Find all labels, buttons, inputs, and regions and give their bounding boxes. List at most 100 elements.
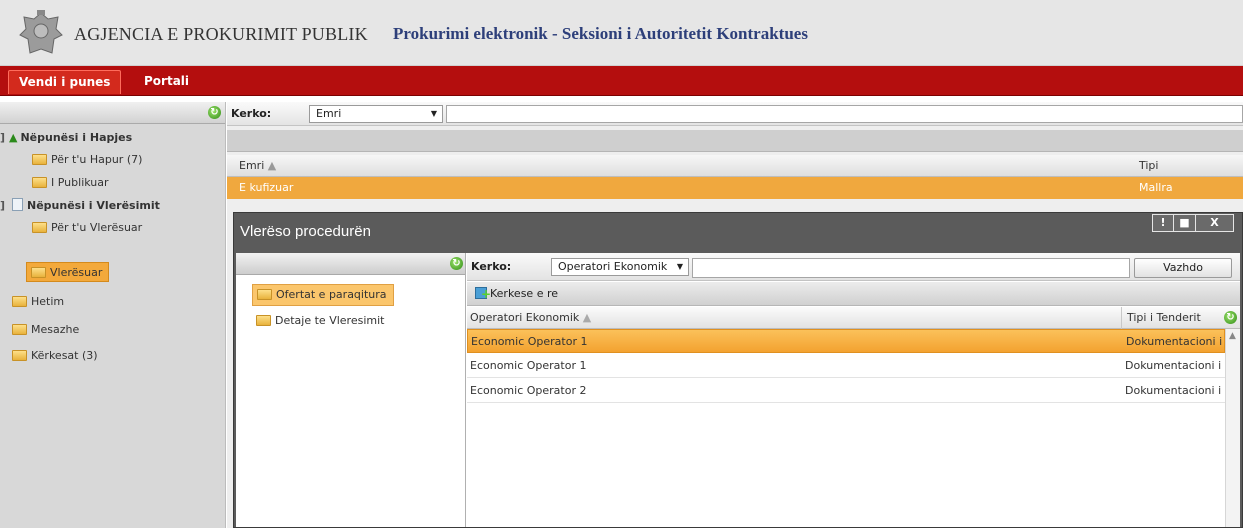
- column-tipi-tenderit[interactable]: Tipi i Tenderit: [1127, 307, 1201, 329]
- grid-scrollbar[interactable]: ▲: [1225, 329, 1240, 527]
- subsystem-title: Prokurimi elektronik - Seksioni i Autori…: [393, 24, 808, 43]
- chevron-down-icon: ▼: [430, 109, 437, 118]
- group-band: [227, 130, 1243, 152]
- cell-operator: Economic Operator 2: [470, 384, 587, 397]
- window-buttons: ! ■ X: [1152, 214, 1234, 232]
- maximize-button[interactable]: ■: [1174, 214, 1196, 232]
- nav-item-detaje[interactable]: Detaje te Vleresimit: [252, 311, 390, 333]
- folder-icon: [32, 154, 47, 165]
- top-navbar: Vendi i punes Portali: [0, 66, 1243, 96]
- folder-icon: [12, 296, 27, 307]
- continue-button[interactable]: Vazhdo: [1134, 258, 1232, 278]
- column-operatori[interactable]: Operatori Ekonomik ▲: [470, 307, 591, 329]
- search-label: Kerko:: [231, 107, 272, 120]
- search-input[interactable]: [446, 105, 1243, 123]
- folder-icon: [32, 177, 47, 188]
- search-field-select[interactable]: Operatori Ekonomik ▼: [551, 258, 689, 276]
- table-row[interactable]: Economic Operator 1 Dokumentacioni i: [467, 329, 1225, 353]
- sidebar-item-label: Hetim: [31, 295, 65, 308]
- sidebar-item-nepunesi-vleresimit[interactable]: ] Nëpunësi i Vlerësimit: [0, 196, 160, 216]
- tab-vendi-i-punes[interactable]: Vendi i punes: [8, 70, 122, 94]
- folder-icon: [12, 350, 27, 361]
- cell-operator: Economic Operator 1: [471, 335, 588, 348]
- main-search-bar: Kerko: Emri ▼: [227, 102, 1243, 126]
- sidebar-item-hetim[interactable]: Hetim: [12, 292, 64, 312]
- folder-icon: [256, 315, 271, 326]
- cell-tender-type: Dokumentacioni i: [1125, 359, 1222, 372]
- sidebar-item-kerkesat[interactable]: Kërkesat (3): [12, 346, 98, 366]
- search-input[interactable]: [692, 258, 1130, 278]
- column-tipi[interactable]: Tipi: [1139, 155, 1158, 177]
- nav-item-ofertat[interactable]: Ofertat e paraqitura: [252, 284, 394, 306]
- tab-portali[interactable]: Portali: [134, 70, 199, 94]
- up-arrow-icon: ▲: [9, 131, 18, 144]
- app-header: AGJENCIA E PROKURIMIT PUBLIK Prokurimi e…: [0, 0, 1243, 66]
- cell-tender-type: Dokumentacioni i: [1126, 335, 1223, 348]
- nav-item-label: Detaje te Vleresimit: [275, 314, 385, 327]
- dialog-body: ↻ Ofertat e paraqitura Detaje te Vleresi…: [236, 253, 1240, 527]
- sidebar-item-label: Nëpunësi i Vlerësimit: [27, 199, 160, 212]
- sidebar-item-label: Nëpunësi i Hapjes: [20, 131, 133, 144]
- offers-grid-header: Operatori Ekonomik ▲ Tipi i Tenderit ↻: [467, 307, 1240, 329]
- new-request-button[interactable]: Kerkese e re: [475, 286, 558, 302]
- folder-icon: [32, 222, 47, 233]
- help-button[interactable]: !: [1152, 214, 1174, 232]
- sidebar-item-label: Për t'u Hapur (7): [51, 153, 143, 166]
- refresh-icon[interactable]: ↻: [450, 257, 463, 270]
- close-button[interactable]: X: [1196, 214, 1234, 232]
- offers-panel: Kerko: Operatori Ekonomik ▼ Vazhdo Kerke…: [467, 253, 1240, 527]
- table-row[interactable]: Economic Operator 1 Dokumentacioni i: [467, 354, 1225, 378]
- offers-toolbar: Kerkese e re: [467, 282, 1240, 306]
- dialog-nav-header: ↻: [236, 253, 465, 275]
- sidebar-item-vleresuar[interactable]: Vlerësuar: [26, 262, 110, 282]
- sidebar-item-per-tu-vleresuar[interactable]: Për t'u Vlerësuar: [32, 218, 142, 238]
- sidebar-item-label: Vlerësuar: [50, 266, 103, 279]
- cell-tender-type: Dokumentacioni i: [1125, 384, 1222, 397]
- sidebar-header: ↻: [0, 102, 225, 124]
- sidebar-item-i-publikuar[interactable]: I Publikuar: [32, 173, 109, 193]
- column-emri[interactable]: Emri ▲: [239, 155, 276, 177]
- evaluate-procedure-dialog: Vlerëso procedurën ! ■ X ↻ Ofertat e par…: [233, 212, 1243, 528]
- folder-icon: [12, 324, 27, 335]
- new-request-icon: [475, 287, 491, 299]
- dialog-title: Vlerëso procedurën: [240, 223, 371, 240]
- table-row[interactable]: Economic Operator 2 Dokumentacioni i: [467, 379, 1225, 403]
- column-label: Operatori Ekonomik: [470, 311, 580, 324]
- grid-header: Emri ▲ Tipi: [227, 155, 1243, 177]
- offers-search-bar: Kerko: Operatori Ekonomik ▼ Vazhdo: [467, 253, 1240, 281]
- table-row[interactable]: E kufizuar Mallra: [227, 177, 1243, 199]
- agency-title: AGJENCIA E PROKURIMIT PUBLIK: [74, 24, 368, 44]
- column-divider[interactable]: [1121, 307, 1122, 329]
- folder-icon: [257, 289, 272, 300]
- row-name: E kufizuar: [239, 181, 294, 194]
- scroll-up-icon[interactable]: ▲: [1229, 331, 1236, 341]
- sidebar-item-nepunesi-hapjes[interactable]: ] ▲ Nëpunësi i Hapjes: [0, 128, 132, 148]
- nav-item-label: Ofertat e paraqitura: [276, 288, 387, 301]
- folder-icon: [31, 267, 46, 278]
- sidebar-item-label: Kërkesat (3): [31, 349, 98, 362]
- column-label: Emri: [239, 159, 265, 172]
- cell-operator: Economic Operator 1: [470, 359, 587, 372]
- sidebar-item-label: Për t'u Vlerësuar: [51, 221, 143, 234]
- sidebar-tree: ↻ ] ▲ Nëpunësi i Hapjes Për t'u Hapur (7) …: [0, 102, 226, 528]
- document-icon: [12, 198, 23, 211]
- sidebar-item-per-tu-hapur[interactable]: Për t'u Hapur (7): [32, 150, 142, 170]
- refresh-icon[interactable]: ↻: [1224, 311, 1237, 324]
- row-type: Mallra: [1139, 181, 1173, 194]
- search-label: Kerko:: [471, 260, 512, 273]
- sidebar-item-label: Mesazhe: [31, 323, 80, 336]
- new-request-label: Kerkese e re: [490, 287, 559, 300]
- sort-arrow-icon: ▲: [582, 311, 592, 324]
- coat-of-arms-logo: [19, 10, 63, 54]
- tree-bracket: ]: [0, 199, 6, 212]
- search-field-select[interactable]: Emri ▼: [309, 105, 443, 123]
- tree-bracket: ]: [0, 131, 6, 144]
- sidebar-item-label: I Publikuar: [51, 176, 109, 189]
- sort-arrow-icon: ▲: [267, 159, 277, 172]
- sidebar-item-mesazhe[interactable]: Mesazhe: [12, 320, 79, 340]
- select-value: Emri: [316, 107, 342, 120]
- select-value: Operatori Ekonomik: [558, 260, 668, 273]
- dialog-nav: ↻ Ofertat e paraqitura Detaje te Vleresi…: [236, 253, 466, 527]
- chevron-down-icon: ▼: [676, 262, 683, 271]
- refresh-icon[interactable]: ↻: [208, 106, 221, 119]
